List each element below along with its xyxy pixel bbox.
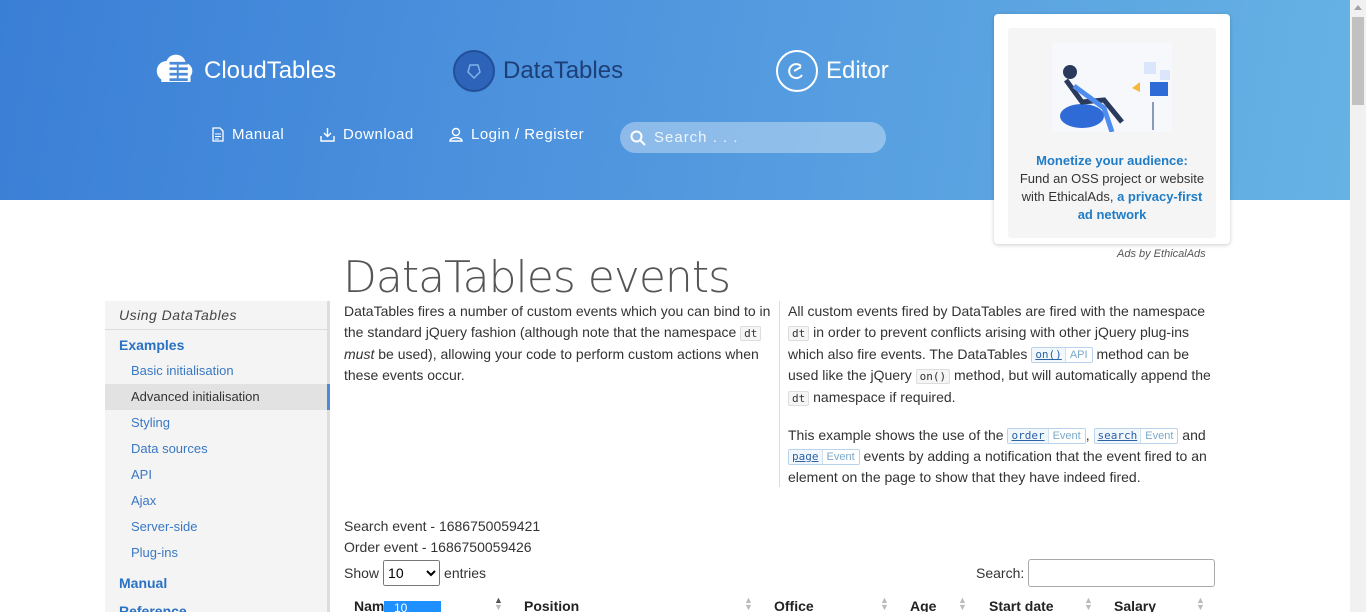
scroll-up-icon[interactable] [1354, 5, 1362, 10]
table-search-label: Search: [976, 565, 1025, 581]
table-filter-control: Search: [976, 559, 1216, 587]
sidebar-nav: Using DataTables Examples Basic initiali… [105, 301, 330, 612]
intro-p2-text-e: namespace if required. [813, 389, 956, 405]
sort-icon: ▲ ▼ [1196, 595, 1205, 612]
event-tag-kind: Event [821, 450, 859, 464]
table-length-control: Show 10 entries [344, 560, 486, 586]
sidebar-item-styling[interactable]: Styling [105, 410, 327, 436]
sidebar-item-plug-ins[interactable]: Plug-ins [105, 540, 327, 566]
nav-login-register[interactable]: Login / Register [449, 126, 584, 143]
sort-icon: ▲ ▼ [744, 595, 753, 612]
intro-paragraph-1: DataTables fires a number of custom even… [344, 301, 772, 386]
sort-icon: ▲ ▼ [494, 595, 503, 612]
event-tag-kind: Event [1047, 429, 1085, 443]
event-tag-order[interactable]: order Event [1007, 428, 1086, 444]
intro-p1-emphasis: must [344, 346, 375, 362]
column-header-salary[interactable]: Salary [1114, 598, 1156, 612]
nav-login-label: Login / Register [471, 126, 585, 143]
entries-select[interactable]: 10 [383, 560, 441, 586]
column-header-position[interactable]: Position [524, 598, 579, 612]
ethical-ad-inner: Monetize your audience: Fund an OSS proj… [1008, 28, 1216, 238]
api-tag-on[interactable]: on() API [1031, 347, 1093, 363]
brand-cloudtables[interactable]: CloudTables [154, 50, 336, 92]
intro-paragraph-3: This example shows the use of the order E… [788, 427, 1207, 485]
site-search-input[interactable] [654, 129, 874, 146]
code-dt: dt [788, 326, 810, 341]
intro-left-column: DataTables fires a number of custom even… [344, 301, 772, 386]
intro-p1-text-b: be used), allowing your code to perform … [344, 346, 759, 383]
sidebar-section-examples[interactable]: Examples [105, 330, 327, 358]
ethical-ad[interactable]: Monetize your audience: Fund an OSS proj… [994, 14, 1230, 244]
nav-manual[interactable]: Manual [212, 126, 284, 143]
event-tag-page[interactable]: page Event [788, 449, 860, 465]
nav-manual-label: Manual [232, 126, 285, 143]
user-icon [449, 127, 463, 142]
intro-p3-text-b: and [1182, 427, 1206, 443]
page-scrollbar[interactable] [1350, 0, 1366, 612]
column-header-start-date[interactable]: Start date [989, 598, 1054, 612]
ads-by-ethicalads[interactable]: Ads by EthicalAds [1117, 248, 1206, 260]
intro-p1-text-a: DataTables fires a number of custom even… [344, 303, 771, 340]
nav-download[interactable]: Download [320, 126, 414, 143]
sort-icon: ▲ ▼ [880, 595, 889, 612]
event-tag-search[interactable]: search Event [1093, 428, 1179, 444]
intro-p3-text-a: This example shows the use of the [788, 427, 1004, 443]
editor-logo-icon [776, 50, 818, 92]
scrollbar-thumb[interactable] [1352, 17, 1364, 105]
sidebar-item-server-side[interactable]: Server-side [105, 514, 327, 540]
sidebar-item-ajax[interactable]: Ajax [105, 488, 327, 514]
table-search-input[interactable] [1028, 559, 1216, 587]
sidebar-item-api[interactable]: API [105, 462, 327, 488]
ad-headline: Monetize your audience: [1036, 153, 1188, 168]
api-tag-kind: API [1064, 348, 1092, 362]
intro-right-column: All custom events fired by DataTables ar… [779, 301, 1219, 487]
search-event-log: Search event - 1686750059421 [344, 518, 541, 534]
sort-icon: ▲ ▼ [1084, 595, 1093, 612]
api-tag-name: on() [1032, 348, 1065, 362]
datatables-logo-icon [453, 50, 495, 92]
intro-paragraph-2: All custom events fired by DataTables ar… [788, 301, 1219, 409]
search-icon [630, 130, 646, 146]
code-dt: dt [788, 391, 810, 406]
cloudtables-logo-icon [154, 50, 196, 92]
event-tag-name: page [789, 450, 822, 464]
column-header-age[interactable]: Age [910, 598, 936, 612]
brand-editor[interactable]: Editor [776, 50, 889, 92]
event-tag-name: order [1008, 429, 1048, 443]
entries-dropdown-list[interactable]: 10 [384, 601, 441, 612]
download-icon [320, 128, 335, 142]
page-title: DataTables events [343, 252, 731, 303]
ad-copy[interactable]: Monetize your audience: Fund an OSS proj… [1018, 152, 1206, 224]
brand-datatables[interactable]: DataTables [453, 50, 623, 92]
brand-editor-label: Editor [826, 57, 889, 84]
order-event-log: Order event - 1686750059426 [344, 539, 532, 555]
sidebar-item-basic-initialisation[interactable]: Basic initialisation [105, 358, 327, 384]
entries-label: entries [444, 565, 487, 581]
document-icon [212, 127, 224, 142]
sidebar-section-reference[interactable]: Reference [105, 596, 327, 612]
event-tag-name: search [1094, 429, 1141, 443]
sidebar-section-manual[interactable]: Manual [105, 568, 327, 596]
brand-datatables-label: DataTables [503, 57, 624, 84]
intro-p2-text-d: method, but will automatically append th… [954, 367, 1211, 383]
brand-cloudtables-label: CloudTables [204, 57, 337, 84]
code-on: on() [915, 369, 951, 384]
site-search[interactable] [620, 122, 886, 153]
nav-download-label: Download [343, 126, 414, 143]
show-label: Show [344, 565, 380, 581]
code-dt: dt [740, 326, 762, 341]
sort-icon: ▲ ▼ [958, 595, 967, 612]
intro-p2-text-a: All custom events fired by DataTables ar… [788, 303, 1206, 319]
ad-illustration-image [1052, 42, 1172, 132]
sidebar-heading: Using DataTables [105, 301, 327, 330]
column-header-office[interactable]: Office [774, 598, 814, 612]
sidebar-item-data-sources[interactable]: Data sources [105, 436, 327, 462]
event-tag-kind: Event [1140, 429, 1177, 443]
sidebar-item-advanced-initialisation[interactable]: Advanced initialisation [105, 384, 330, 410]
